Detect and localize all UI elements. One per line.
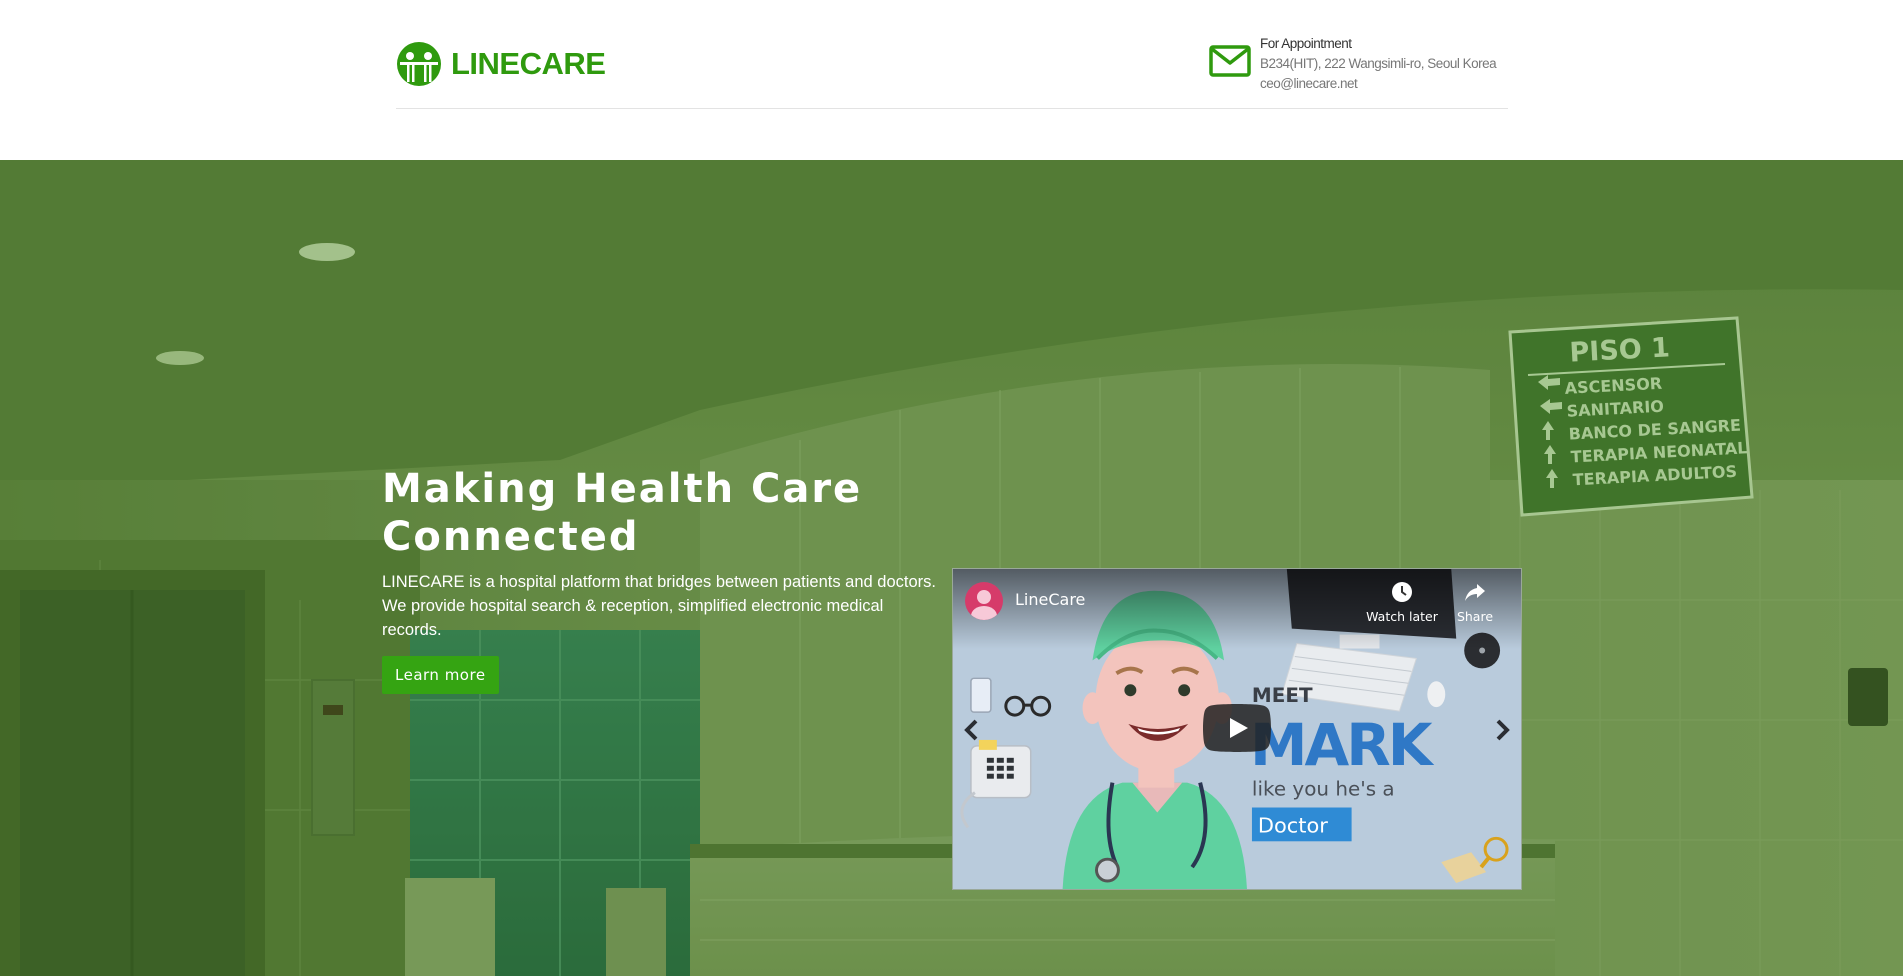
appointment-contact: For Appointment B234(HIT), 222 Wangsimli… [1209,34,1497,94]
contact-email[interactable]: ceo@linecare.net [1260,74,1496,94]
brand-logo-link[interactable]: LINECARE [396,41,606,87]
watch-later-label: Watch later [1366,609,1438,624]
hero-title-line-1: Making Health Care [382,466,863,512]
avatar-icon [971,590,997,620]
share-button[interactable]: Share [1435,581,1515,624]
chevron-left-icon[interactable] [961,717,981,743]
youtube-video-embed[interactable]: MEET MARK like you he's a Doctor LineCar… [952,568,1522,890]
chevron-right-icon[interactable] [1493,717,1513,743]
hero-title: Making Health Care Connected [382,465,942,561]
site-header: LINECARE For Appointment B234(HIT), 222 … [0,0,1903,160]
contact-details: For Appointment B234(HIT), 222 Wangsimli… [1260,34,1497,94]
contact-title: For Appointment [1260,36,1352,51]
header-container: LINECARE For Appointment B234(HIT), 222 … [396,0,1508,109]
thumbnail-role-text: Doctor [1258,813,1328,837]
channel-name[interactable]: LineCare [1015,590,1085,609]
share-icon [1465,584,1485,601]
channel-avatar[interactable] [965,582,1003,620]
clock-icon [1392,582,1412,602]
watch-later-button[interactable]: Watch later [1362,581,1442,624]
play-icon[interactable] [1203,704,1271,752]
thumbnail-name-text: MARK [1250,711,1435,779]
hero-title-line-2: Connected [382,514,640,560]
envelope-icon[interactable] [1209,45,1251,77]
contact-address: B234(HIT), 222 Wangsimli-ro, Seoul Korea [1260,56,1497,71]
thumbnail-tagline-text: like you he's a [1252,778,1395,801]
hero-description: LINECARE is a hospital platform that bri… [382,573,936,639]
share-label: Share [1456,609,1494,624]
hero-section: PISO 1 ASCENSOR SANITARIO BANCO DE SANGR… [0,160,1903,976]
brand-name: LINECARE [451,46,606,81]
hero-content: Making Health Care Connected LINECARE is… [382,465,942,694]
learn-more-button[interactable]: Learn more [382,656,499,694]
linecare-logo-icon [397,42,441,86]
